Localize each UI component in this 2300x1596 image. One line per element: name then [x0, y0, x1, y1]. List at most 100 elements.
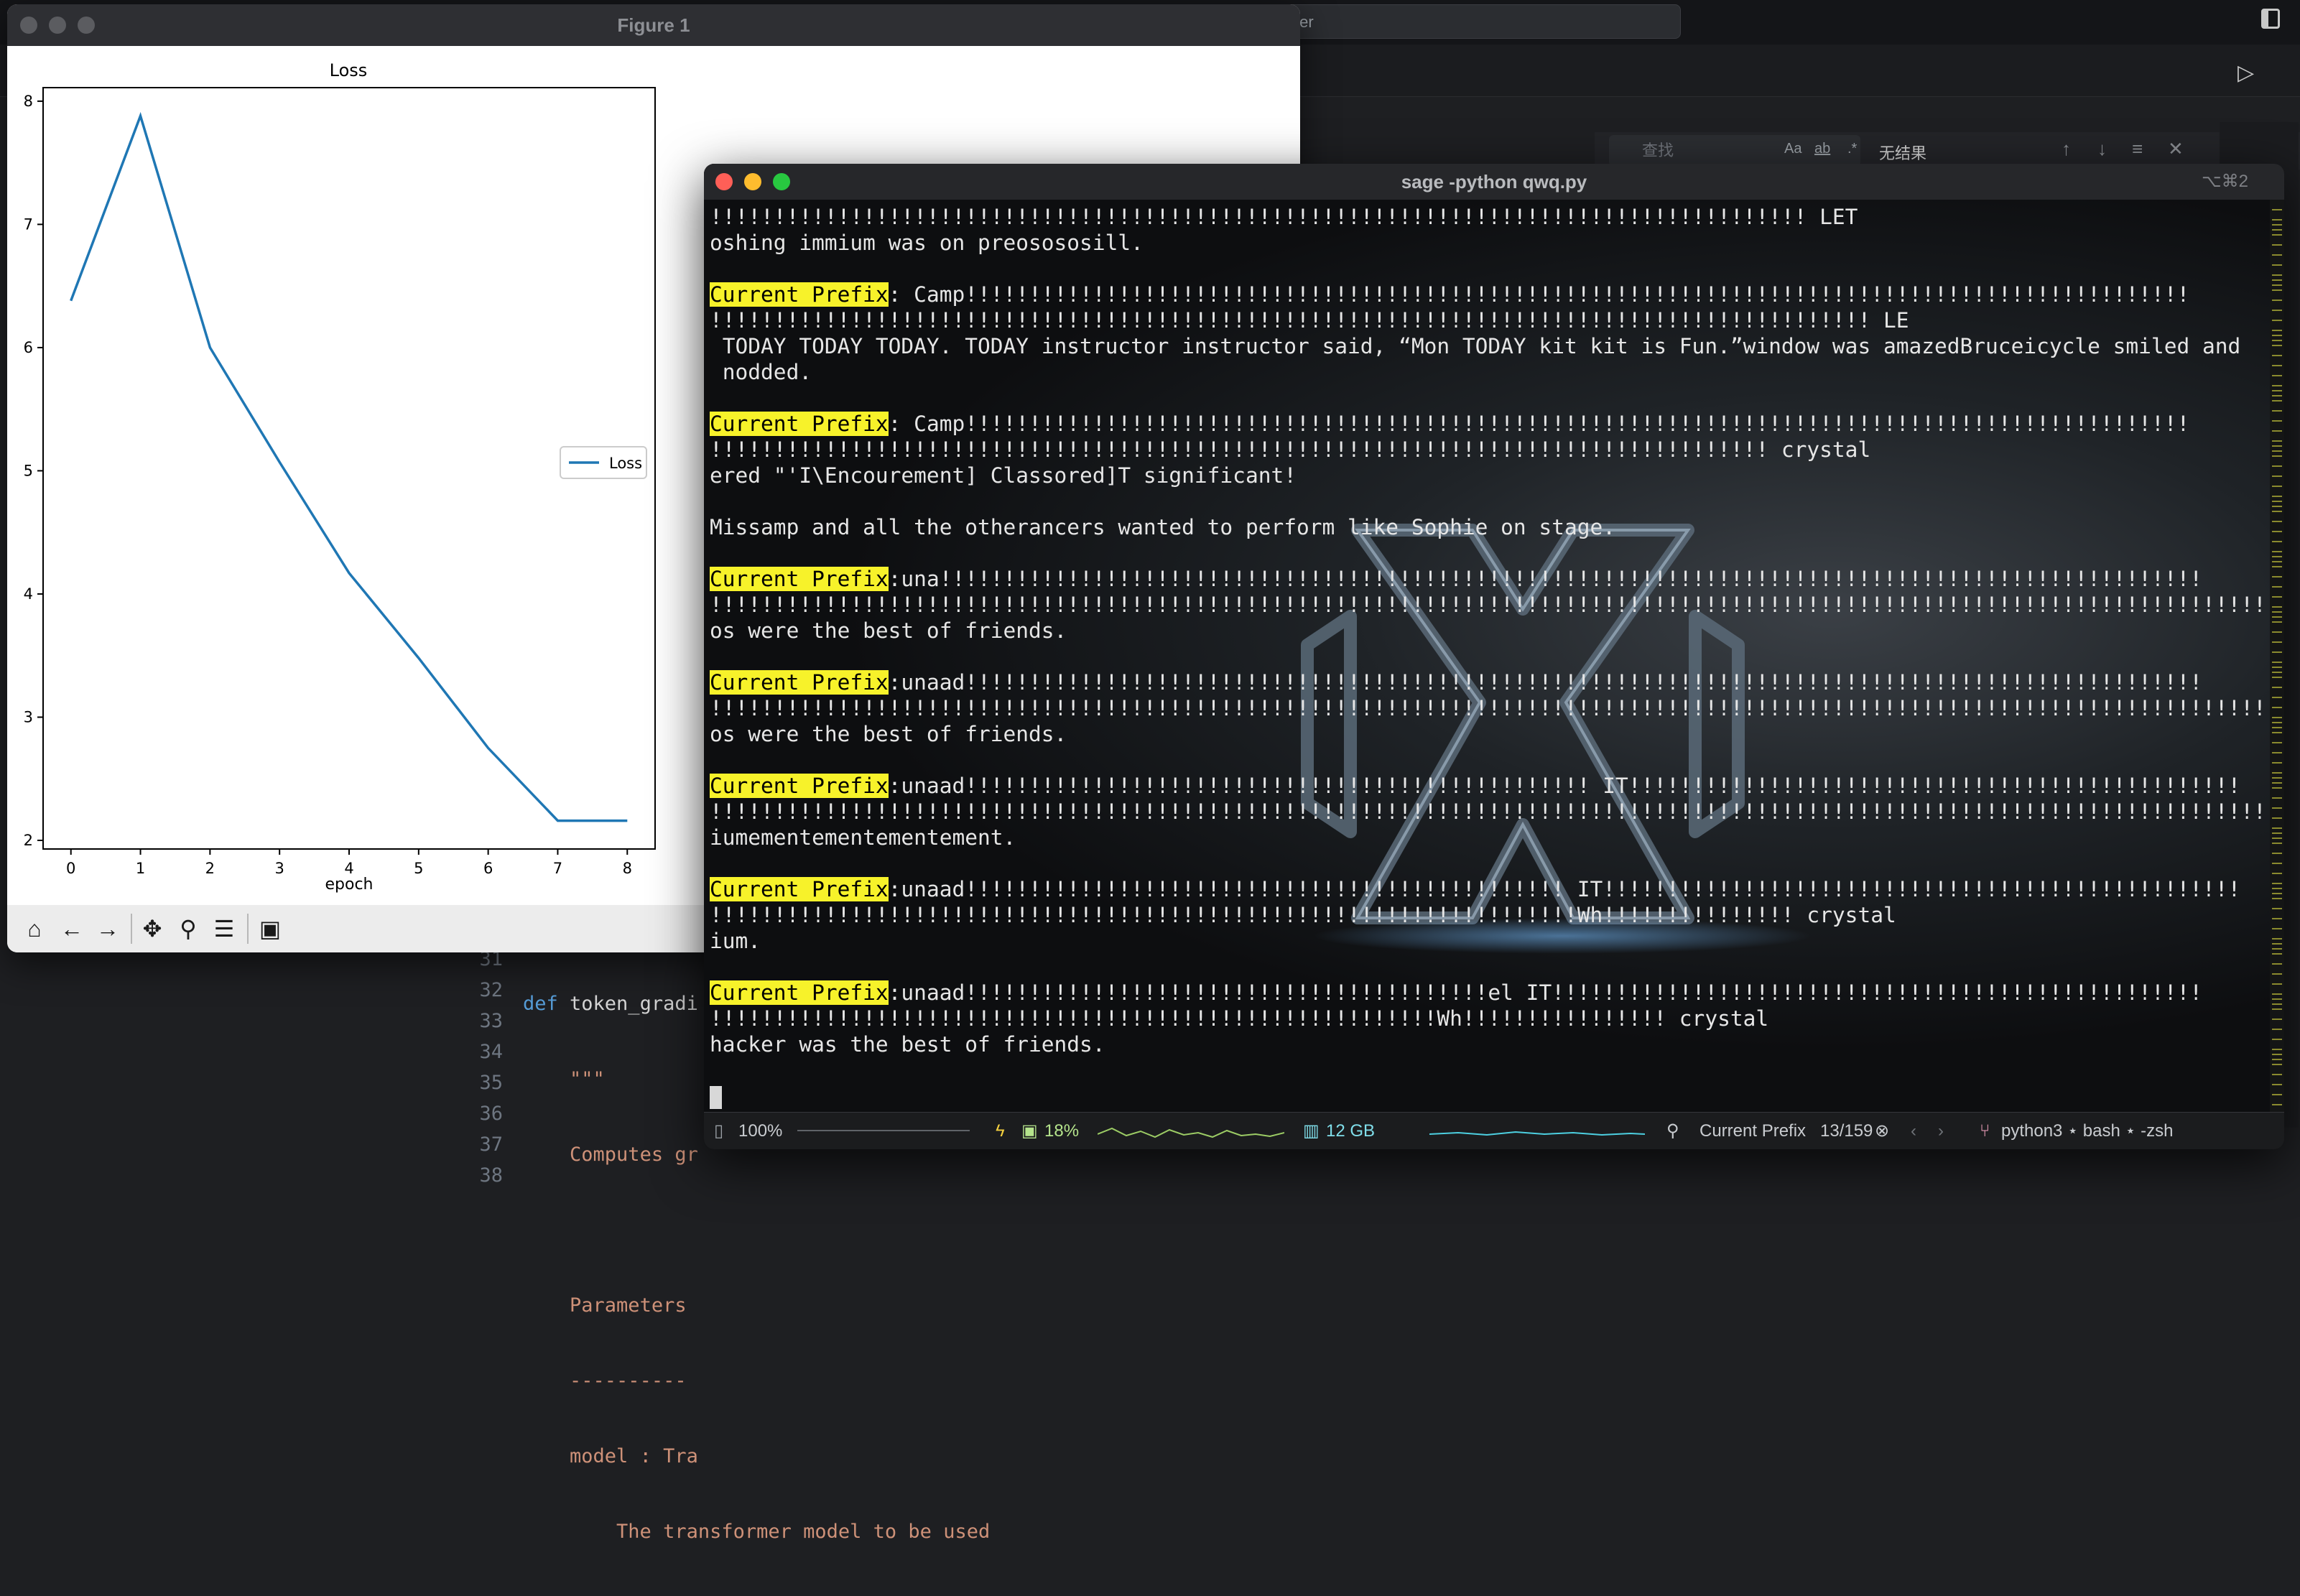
scroll-marker — [2272, 430, 2282, 432]
scroll-marker — [2272, 893, 2282, 894]
scroll-marker — [2272, 410, 2282, 412]
scroll-marker — [2272, 918, 2282, 919]
terminal-line — [710, 644, 2284, 669]
legend-label: Loss — [609, 455, 642, 472]
previous-match-button[interactable]: ‹ — [1911, 1113, 1916, 1149]
scroll-marker — [2272, 707, 2282, 708]
search-icon[interactable]: ⚲ — [1666, 1113, 1679, 1149]
scroll-marker — [2272, 254, 2282, 256]
line-number: 38 — [417, 1164, 503, 1195]
next-match-icon[interactable]: ↓ — [2097, 138, 2107, 160]
terminal-line: Current Prefix: Camp!!!!!!!!!!!!!!!!!!!!… — [710, 282, 2284, 307]
match-case-toggle[interactable]: Aa — [1784, 141, 1801, 157]
terminal-line-text: :unaad!!!!!!!!!!!!!!!!!!!!!!!!!!!!!!!!!!… — [889, 670, 2202, 695]
save-icon[interactable]: ▣ — [254, 914, 286, 944]
terminal-status-bar: ▯ 100% ϟ ▣ 18% ▥ 12 GB ⚲ Current Prefix … — [704, 1112, 2284, 1149]
scroll-marker — [2272, 289, 2282, 291]
zoom-slider-track[interactable] — [797, 1130, 970, 1131]
code-text: token_gradi — [570, 993, 698, 1015]
pan-icon[interactable]: ✥ — [136, 914, 168, 944]
scroll-marker — [2272, 330, 2282, 331]
terminal-title: sage -python qwq.py — [704, 164, 2284, 200]
command-search-box[interactable]: ter — [1286, 4, 1681, 39]
run-icon[interactable]: ▷ — [2238, 60, 2254, 85]
line-number: 32 — [417, 979, 503, 1010]
scroll-marker — [2272, 506, 2282, 507]
find-in-selection-icon[interactable]: ≡ — [2132, 138, 2143, 160]
search-highlight: Current Prefix — [710, 567, 889, 591]
scroll-marker — [2272, 953, 2282, 955]
scroll-marker — [2272, 722, 2282, 723]
scroll-marker — [2272, 576, 2282, 577]
scroll-marker — [2272, 596, 2282, 598]
back-arrow-icon[interactable]: ← — [56, 914, 88, 944]
home-icon[interactable]: ⌂ — [19, 914, 50, 944]
terminal-line: TODAY TODAY TODAY. TODAY instructor inst… — [710, 333, 2284, 359]
scroll-marker — [2272, 420, 2282, 422]
scroll-marker — [2272, 320, 2282, 321]
scroll-marker — [2272, 561, 2282, 562]
terminal-line-text: !!!!!!!!!!!!!!!!!!!!!!!!!!!!!!!!!!!!!!!!… — [710, 308, 1909, 333]
code-line: model : Tra — [523, 1445, 990, 1476]
terminal-line-text: oshing immium was on preosososill. — [710, 231, 1144, 255]
regex-toggle[interactable]: .* — [1847, 141, 1857, 157]
scroll-marker — [2272, 998, 2282, 1000]
terminal-line-text: : Camp!!!!!!!!!!!!!!!!!!!!!!!!!!!!!!!!!!… — [889, 282, 2190, 307]
scroll-marker — [2272, 888, 2282, 889]
sidebar-layout-icon[interactable] — [2261, 9, 2280, 29]
scroll-marker — [2272, 827, 2282, 829]
scroll-marker — [2272, 355, 2282, 356]
figure-title-bar[interactable]: Figure 1 — [7, 4, 1300, 46]
code-text: ---------- — [570, 1370, 687, 1392]
forward-arrow-icon[interactable]: → — [92, 914, 124, 944]
terminal-line: !!!!!!!!!!!!!!!!!!!!!!!!!!!!!!!!!!!!!!!!… — [710, 799, 2284, 825]
scroll-marker — [2272, 385, 2282, 386]
scroll-marker — [2272, 501, 2282, 502]
scroll-marker — [2272, 631, 2282, 633]
match-word-toggle[interactable]: ab — [1814, 141, 1830, 157]
search-highlight: Current Prefix — [710, 412, 889, 436]
x-axis-label: epoch — [325, 876, 374, 894]
search-highlight: Current Prefix — [710, 980, 889, 1005]
zoom-icon[interactable]: ⚲ — [172, 914, 204, 944]
scroll-marker — [2272, 1074, 2282, 1075]
terminal-line-text: nodded. — [710, 360, 812, 384]
terminal-line: Current Prefix:unaad!!!!!!!!!!!!!!!!!!!!… — [710, 980, 2284, 1006]
scroll-marker — [2272, 662, 2282, 663]
scroll-marker — [2272, 787, 2282, 789]
previous-match-icon[interactable]: ↑ — [2062, 138, 2071, 160]
legend: Loss — [560, 447, 646, 478]
line-number: 34 — [417, 1041, 503, 1072]
terminal-search-scroll-markers[interactable] — [2270, 200, 2284, 1112]
code-line: Parameters — [523, 1294, 990, 1325]
scroll-marker — [2272, 445, 2282, 447]
scroll-marker — [2272, 1054, 2282, 1055]
scroll-marker — [2272, 335, 2282, 336]
next-match-button[interactable]: › — [1938, 1113, 1944, 1149]
close-find-icon[interactable]: ✕ — [2168, 138, 2184, 160]
terminal-line-text: os were the best of friends. — [710, 618, 1067, 643]
code-line: ---------- — [523, 1370, 990, 1401]
clear-search-icon[interactable]: ⊗ — [1875, 1113, 1889, 1149]
line-number-gutter: 31 32 33 34 35 36 37 38 — [417, 948, 503, 1195]
scroll-marker — [2272, 224, 2282, 226]
scroll-marker — [2272, 963, 2282, 965]
terminal-search-term[interactable]: Current Prefix — [1700, 1113, 1806, 1149]
scroll-marker — [2272, 395, 2282, 396]
scroll-marker — [2272, 1064, 2282, 1065]
scroll-marker — [2272, 1003, 2282, 1005]
terminal-title-bar[interactable]: sage -python qwq.py ⌥⌘2 — [704, 164, 2284, 200]
code-text: The transformer model to be used — [616, 1521, 990, 1543]
code-indent — [523, 1521, 616, 1543]
y-axis: 2345678 — [24, 93, 43, 849]
prompt-line[interactable] — [710, 1083, 2284, 1109]
scroll-marker — [2272, 400, 2282, 402]
cpu-icon: ▣ — [1021, 1113, 1038, 1149]
terminal-line-text: !!!!!!!!!!!!!!!!!!!!!!!!!!!!!!!!!!!!!!!!… — [710, 903, 1896, 927]
y-tick-label: 4 — [24, 585, 33, 603]
terminal-line: iumementementementement. — [710, 825, 2284, 850]
configure-icon[interactable]: ☰ — [208, 914, 240, 944]
scroll-marker — [2272, 300, 2282, 301]
terminal-line — [710, 850, 2284, 876]
terminal-line: nodded. — [710, 359, 2284, 385]
